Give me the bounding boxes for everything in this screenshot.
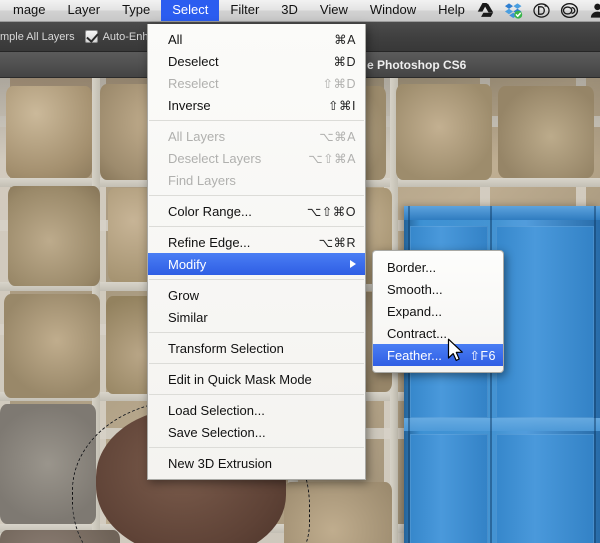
menu-item-load-selection[interactable]: Load Selection...	[148, 399, 365, 421]
menu-item-modify[interactable]: Modify	[148, 253, 365, 275]
menu-bar-tray[interactable]	[476, 1, 600, 20]
menu-item-label: Reselect	[168, 76, 308, 91]
menu-item-shortcut: ⌥⇧⌘A	[294, 151, 356, 166]
menu-separator	[149, 226, 364, 227]
stone-block	[0, 404, 96, 524]
menu-item-label: All	[168, 32, 320, 47]
menu-item-shortcut: ⇧⌘D	[308, 76, 356, 91]
menu-item-label: Load Selection...	[168, 403, 356, 418]
menu-item-deselect-layers: Deselect Layers⌥⇧⌘A	[148, 147, 365, 169]
door-groove	[594, 206, 596, 543]
menu-item-label: Expand...	[387, 304, 496, 319]
menu-item-label: Color Range...	[168, 204, 293, 219]
menu-bar-item-filter[interactable]: Filter	[219, 0, 270, 21]
menu-item-shortcut: ⌥⇧⌘O	[293, 204, 356, 219]
stone-block	[8, 186, 100, 286]
stone-block	[6, 86, 92, 178]
menu-bar-item-window[interactable]: Window	[359, 0, 427, 21]
dropbox-icon[interactable]	[504, 1, 523, 20]
menu-item-border[interactable]: Border...	[373, 256, 503, 278]
stone-block	[0, 530, 120, 543]
creative-cloud-icon[interactable]	[560, 1, 579, 20]
menu-item-feather[interactable]: Feather...⇧F6	[373, 344, 503, 366]
menu-bar-item-mage[interactable]: mage	[2, 0, 57, 21]
menu-item-save-selection[interactable]: Save Selection...	[148, 421, 365, 443]
menu-item-label: New 3D Extrusion	[168, 456, 356, 471]
menu-item-shortcut: ⇧⌘I	[314, 98, 356, 113]
menu-item-label: Grow	[168, 288, 356, 303]
application-menu-bar[interactable]: mageLayerTypeSelectFilter3DViewWindowHel…	[0, 0, 600, 22]
menu-item-inverse[interactable]: Inverse⇧⌘I	[148, 94, 365, 116]
menu-item-edit-in-quick-mask-mode[interactable]: Edit in Quick Mask Mode	[148, 368, 365, 390]
modify-submenu[interactable]: Border... Smooth... Expand... Contract... Fe…	[372, 250, 504, 373]
menu-separator	[149, 363, 364, 364]
menu-bar-item-type[interactable]: Type	[111, 0, 161, 21]
google-drive-icon[interactable]	[476, 1, 495, 20]
menu-item-transform-selection[interactable]: Transform Selection	[148, 337, 365, 359]
menu-item-refine-edge[interactable]: Refine Edge...⌥⌘R	[148, 231, 365, 253]
user-account-icon[interactable]	[588, 1, 600, 20]
menu-item-label: Transform Selection	[168, 341, 356, 356]
stone-block	[4, 294, 100, 398]
menu-item-grow[interactable]: Grow	[148, 284, 365, 306]
door-panel	[496, 434, 594, 543]
door-panel	[410, 434, 488, 543]
auto-enhance-checkbox[interactable]	[85, 30, 98, 43]
menu-separator	[149, 120, 364, 121]
menu-bar-item-view[interactable]: View	[309, 0, 359, 21]
menu-bar-item-help[interactable]: Help	[427, 0, 476, 21]
menu-item-label: Contract...	[387, 326, 496, 341]
menu-item-all[interactable]: All⌘A	[148, 28, 365, 50]
stone-block	[284, 482, 392, 543]
menu-item-shortcut: ⌥⌘A	[305, 129, 356, 144]
menu-item-label: Deselect	[168, 54, 319, 69]
menu-item-shortcut: ⌘D	[319, 54, 356, 69]
menu-item-color-range[interactable]: Color Range...⌥⇧⌘O	[148, 200, 365, 222]
menu-item-label: Deselect Layers	[168, 151, 294, 166]
menu-item-label: Similar	[168, 310, 356, 325]
menu-item-label: Find Layers	[168, 173, 356, 188]
menu-item-label: Save Selection...	[168, 425, 356, 440]
menu-item-smooth[interactable]: Smooth...	[373, 278, 503, 300]
submenu-arrow-icon	[350, 260, 356, 268]
select-menu-dropdown[interactable]: All⌘ADeselect⌘DReselect⇧⌘DInverse⇧⌘IAll …	[147, 24, 366, 480]
menu-item-reselect: Reselect⇧⌘D	[148, 72, 365, 94]
door-top-rail	[404, 206, 600, 220]
menu-item-find-layers: Find Layers	[148, 169, 365, 191]
adobe-drive-icon[interactable]	[532, 1, 551, 20]
menu-item-shortcut: ⌥⌘R	[305, 235, 356, 250]
menu-item-label: Refine Edge...	[168, 235, 305, 250]
stone-block	[396, 84, 492, 180]
menu-item-label: Modify	[168, 257, 344, 272]
menu-item-similar[interactable]: Similar	[148, 306, 365, 328]
menu-item-label: Edit in Quick Mask Mode	[168, 372, 356, 387]
menu-separator	[149, 447, 364, 448]
menu-item-label: Border...	[387, 260, 496, 275]
door-panel	[496, 226, 594, 418]
menu-bar-item-select[interactable]: Select	[161, 0, 219, 21]
menu-separator	[149, 195, 364, 196]
menu-item-label: Feather...	[387, 348, 455, 363]
menu-bar-item-3d[interactable]: 3D	[270, 0, 309, 21]
menu-item-label: All Layers	[168, 129, 305, 144]
menu-item-contract[interactable]: Contract...	[373, 322, 503, 344]
menu-item-label: Smooth...	[387, 282, 496, 297]
menu-bar-item-layer[interactable]: Layer	[57, 0, 112, 21]
stone-block	[498, 86, 594, 178]
menu-item-deselect[interactable]: Deselect⌘D	[148, 50, 365, 72]
menu-item-all-layers: All Layers⌥⌘A	[148, 125, 365, 147]
menu-separator	[149, 279, 364, 280]
menu-item-label: Inverse	[168, 98, 314, 113]
menu-item-shortcut: ⌘A	[320, 32, 356, 47]
mouse-cursor	[447, 338, 464, 363]
door-mid-rail	[404, 418, 600, 431]
menu-separator	[149, 394, 364, 395]
sample-all-layers-label: mple All Layers	[0, 31, 75, 43]
menu-separator	[149, 332, 364, 333]
menu-item-new-3d-extrusion[interactable]: New 3D Extrusion	[148, 452, 365, 474]
menu-item-expand[interactable]: Expand...	[373, 300, 503, 322]
